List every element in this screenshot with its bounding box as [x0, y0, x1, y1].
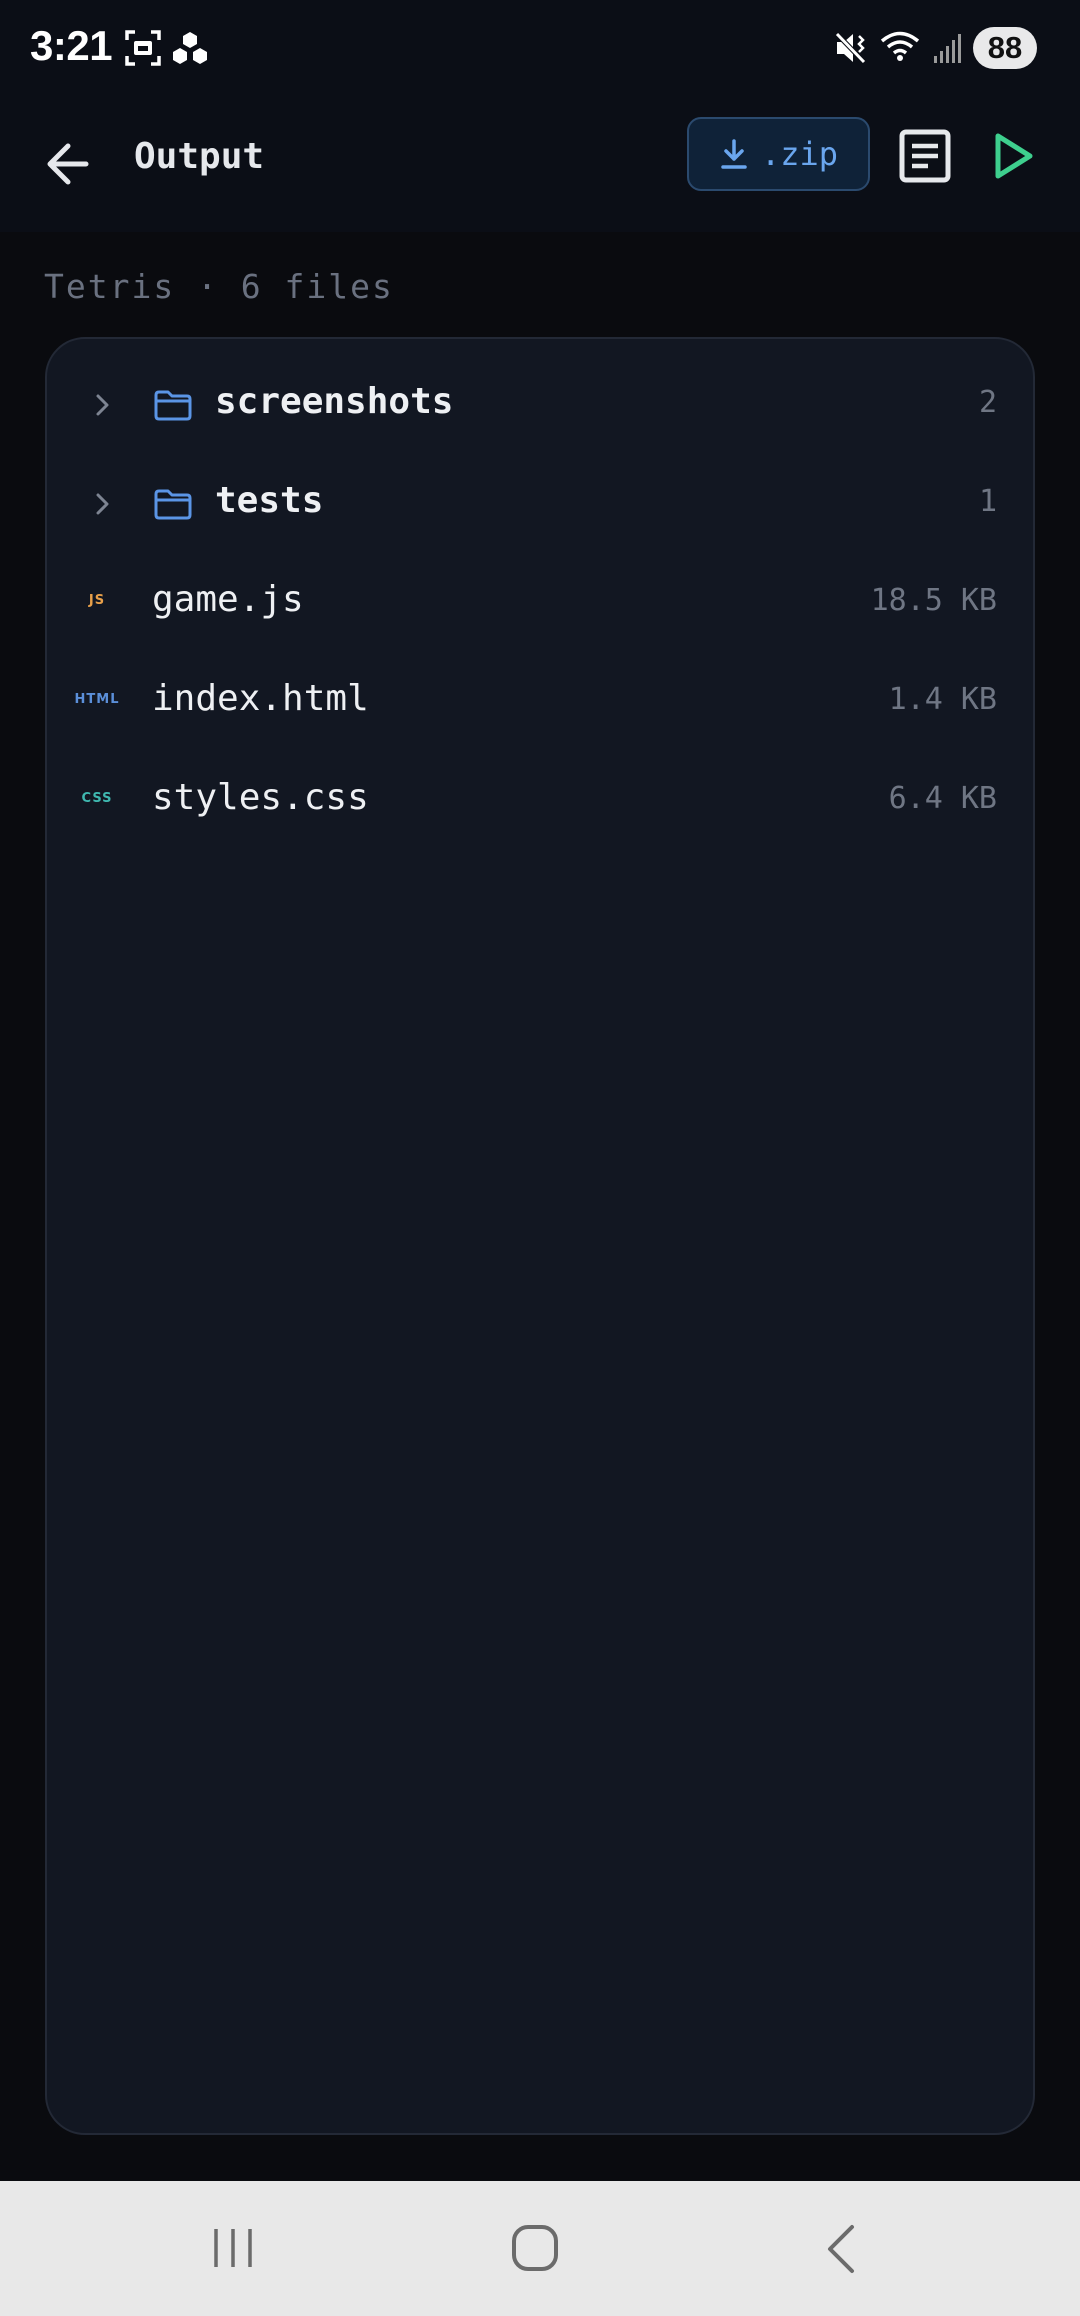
- status-bar: 3:21 88: [0, 0, 1080, 96]
- html-file-icon: HTML: [74, 692, 120, 707]
- recents-icon[interactable]: [208, 2223, 258, 2273]
- back-icon[interactable]: [820, 2223, 860, 2275]
- file-row-index-html[interactable]: HTML index.html 1.4 KB: [47, 652, 1033, 751]
- chevron-right-icon[interactable]: [93, 391, 113, 419]
- folder-name: tests: [215, 480, 324, 521]
- file-row-styles-css[interactable]: CSS styles.css 6.4 KB: [47, 751, 1033, 850]
- app-bar: Output .zip: [0, 96, 1080, 232]
- folder-count: 2: [978, 385, 997, 420]
- system-nav-bar: [0, 2181, 1080, 2316]
- mute-vibrate-icon: [835, 32, 866, 64]
- js-file-icon: JS: [88, 593, 106, 608]
- folder-row-tests[interactable]: tests 1: [47, 454, 1033, 553]
- project-summary: Tetris · 6 files: [44, 267, 394, 306]
- screenshot-icon: [125, 30, 161, 66]
- folder-name: screenshots: [215, 381, 454, 422]
- file-list: screenshots 2 tests 1 JS game.js 18.5 KB…: [45, 337, 1035, 2135]
- file-size: 6.4 KB: [888, 781, 997, 816]
- download-icon: [721, 139, 747, 169]
- document-icon[interactable]: [898, 128, 954, 184]
- file-name: index.html: [152, 678, 369, 719]
- chevron-right-icon[interactable]: [93, 490, 113, 518]
- folder-icon: [154, 489, 192, 520]
- cluster-app-icon: [173, 32, 207, 64]
- zip-button-label: .zip: [760, 135, 839, 173]
- file-size: 18.5 KB: [870, 583, 997, 618]
- file-size: 1.4 KB: [888, 682, 997, 717]
- home-icon[interactable]: [510, 2223, 562, 2275]
- wifi-icon: [880, 31, 920, 61]
- play-icon[interactable]: [990, 130, 1038, 182]
- status-time: 3:21: [30, 22, 113, 69]
- file-row-game-js[interactable]: JS game.js 18.5 KB: [47, 553, 1033, 652]
- back-arrow-icon[interactable]: [38, 132, 102, 196]
- download-zip-button[interactable]: .zip: [687, 117, 870, 191]
- signal-icon: [934, 34, 961, 63]
- file-name: game.js: [152, 579, 304, 620]
- battery-icon: 88: [973, 27, 1037, 69]
- folder-icon: [154, 390, 192, 421]
- css-file-icon: CSS: [81, 791, 113, 806]
- page-title: Output: [134, 136, 265, 177]
- file-name: styles.css: [152, 777, 369, 818]
- folder-count: 1: [978, 484, 997, 519]
- folder-row-screenshots[interactable]: screenshots 2: [47, 355, 1033, 454]
- screen: 3:21 88 Output .zip Tetris · 6 files scr…: [0, 0, 1080, 2316]
